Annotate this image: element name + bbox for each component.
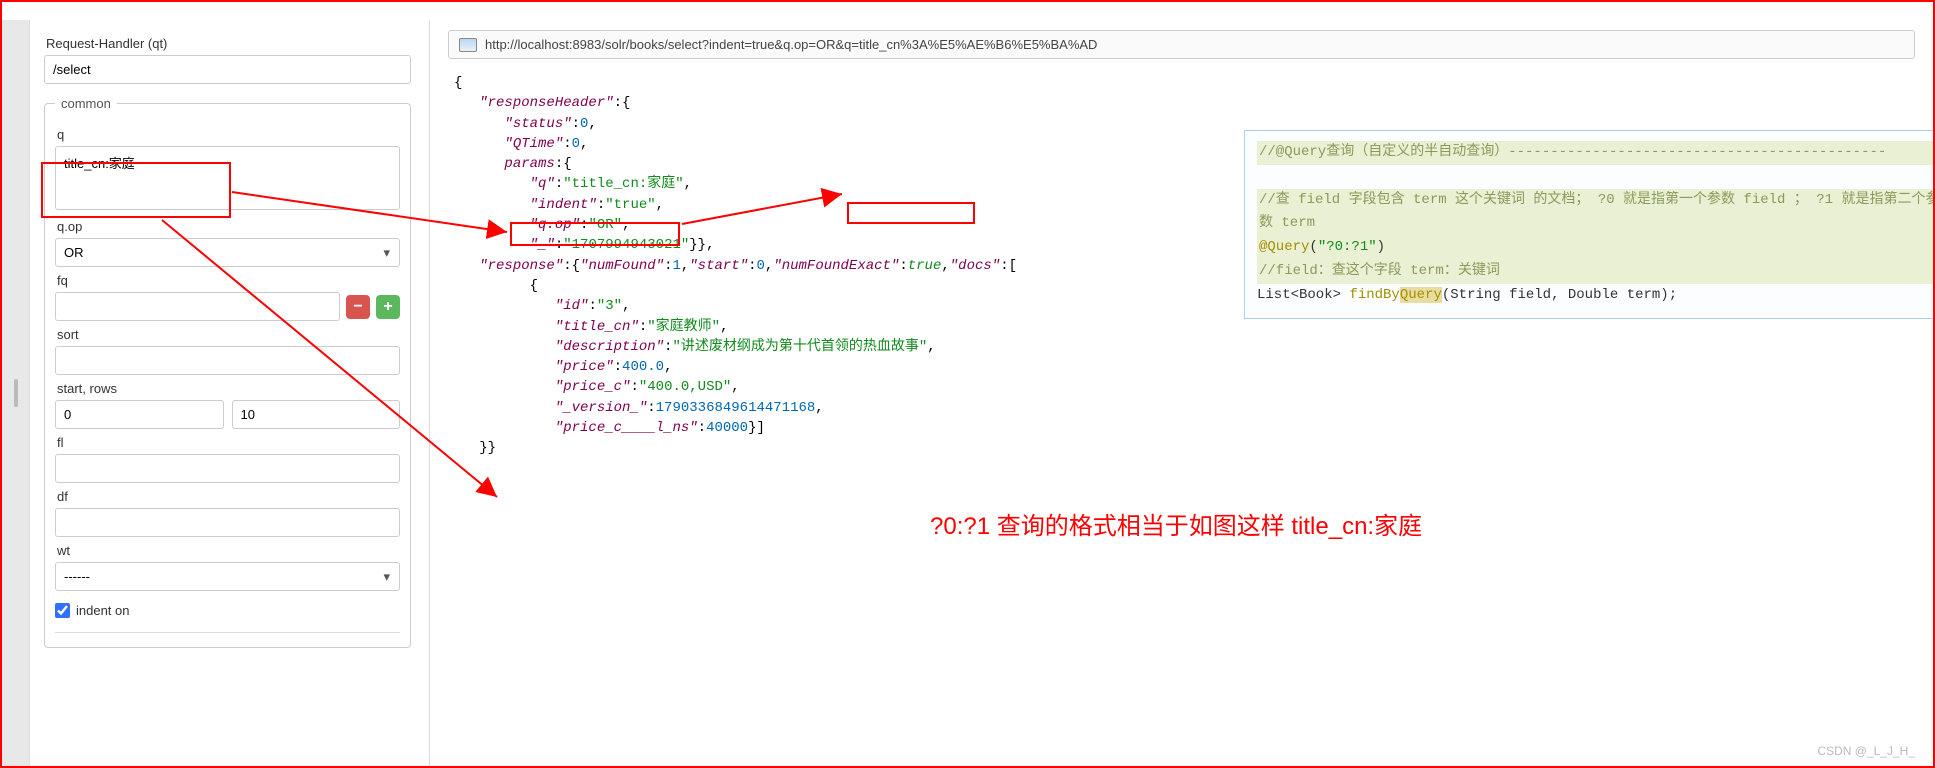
indent-label: indent on [76, 603, 130, 618]
fq-input[interactable] [55, 292, 340, 321]
q-input[interactable]: title_cn:家庭 [55, 146, 400, 210]
qop-label: q.op [57, 219, 400, 234]
fl-label: fl [57, 435, 400, 450]
df-input[interactable] [55, 508, 400, 537]
main-panel: http://localhost:8983/solr/books/select?… [430, 20, 1933, 766]
watermark: CSDN @_L_J_H_ [1817, 744, 1915, 758]
q-label: q [57, 127, 400, 142]
code-snippet-panel: //@Query查询（自定义的半自动查询）-------------------… [1244, 130, 1935, 319]
code-comment-1: //@Query查询（自定义的半自动查询）-------------------… [1257, 141, 1935, 165]
fq-remove-button[interactable]: − [346, 295, 370, 319]
fq-add-button[interactable]: + [376, 295, 400, 319]
request-handler-input[interactable] [44, 55, 411, 84]
rows-input[interactable] [232, 400, 401, 429]
common-fieldset: common q title_cn:家庭 q.op OR fq − + sort [44, 96, 411, 648]
qop-select[interactable]: OR [55, 238, 400, 267]
sort-input[interactable] [55, 346, 400, 375]
collapsed-panel-handle[interactable] [2, 20, 30, 766]
code-comment-2: //查 field 字段包含 term 这个关键词 的文档； ?0 就是指第一个… [1257, 189, 1935, 237]
browser-icon [459, 38, 477, 52]
url-bar[interactable]: http://localhost:8983/solr/books/select?… [448, 30, 1915, 59]
request-handler-label: Request-Handler (qt) [46, 36, 411, 51]
plus-icon: + [383, 298, 392, 316]
fl-input[interactable] [55, 454, 400, 483]
wt-label: wt [57, 543, 400, 558]
annotation-note: ?0:?1 查询的格式相当于如图这样 title_cn:家庭 [930, 506, 1422, 541]
separator [55, 632, 400, 633]
indent-checkbox[interactable] [55, 603, 70, 618]
query-sidebar: Request-Handler (qt) common q title_cn:家… [30, 20, 430, 766]
code-method-line: List<Book> findByQuery(String field, Dou… [1257, 287, 1677, 303]
start-input[interactable] [55, 400, 224, 429]
sort-label: sort [57, 327, 400, 342]
code-comment-3: //field：查这个字段 term：关键词 [1257, 260, 1935, 284]
df-label: df [57, 489, 400, 504]
minus-icon: − [353, 298, 362, 316]
fq-label: fq [57, 273, 400, 288]
common-legend: common [55, 96, 117, 111]
code-query-annotation: @Query("?0:?1") [1257, 236, 1935, 260]
wt-select[interactable]: ------ [55, 562, 400, 591]
startrows-label: start, rows [57, 381, 400, 396]
url-text: http://localhost:8983/solr/books/select?… [485, 37, 1097, 52]
